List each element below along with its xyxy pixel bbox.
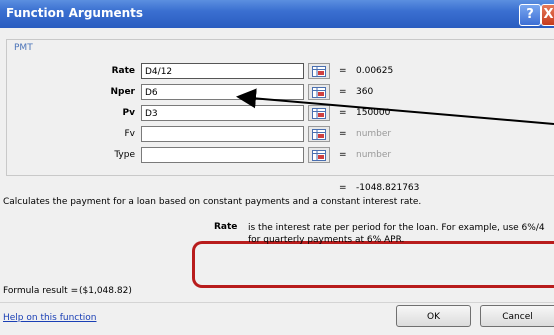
annotation-arrow bbox=[236, 88, 554, 125]
